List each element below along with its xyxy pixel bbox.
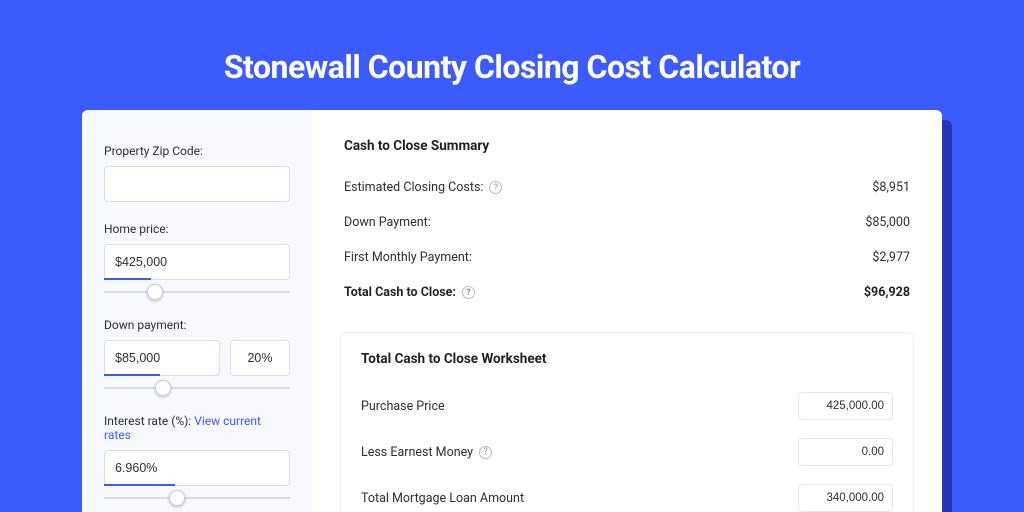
interest-field: Interest rate (%): View current rates	[104, 414, 290, 504]
worksheet-label: Less Earnest Money	[361, 445, 473, 460]
summary-total-value: $96,928	[864, 285, 910, 300]
summary-row-first-payment: First Monthly Payment: $2,977	[344, 240, 910, 275]
summary-label: Down Payment:	[344, 215, 431, 230]
interest-label-text: Interest rate (%):	[104, 414, 194, 428]
summary-heading: Cash to Close Summary	[344, 138, 910, 154]
worksheet-value-input[interactable]	[798, 392, 893, 420]
interest-label: Interest rate (%): View current rates	[104, 414, 290, 442]
zip-input[interactable]	[104, 166, 290, 202]
summary-value: $85,000	[865, 215, 910, 230]
inputs-panel: Property Zip Code: Home price: Down paym…	[82, 110, 312, 512]
summary-label: Estimated Closing Costs:	[344, 180, 483, 195]
worksheet-label: Total Mortgage Loan Amount	[361, 491, 524, 506]
summary-section: Cash to Close Summary Estimated Closing …	[340, 138, 914, 316]
summary-row-down-payment: Down Payment: $85,000	[344, 205, 910, 240]
page-title: Stonewall County Closing Cost Calculator	[0, 0, 1024, 110]
summary-row-total: Total Cash to Close: ? $96,928	[344, 275, 910, 310]
down-payment-slider[interactable]	[104, 387, 290, 389]
down-payment-input[interactable]	[104, 340, 220, 376]
summary-row-closing-costs: Estimated Closing Costs: ? $8,951	[344, 170, 910, 205]
worksheet-value-input[interactable]	[798, 484, 893, 512]
worksheet-value-input[interactable]	[798, 438, 893, 466]
down-payment-field: Down payment:	[104, 318, 290, 394]
down-payment-pct-input[interactable]	[230, 340, 290, 376]
home-price-slider-fill	[104, 278, 151, 280]
worksheet-row-earnest-money: Less Earnest Money ?	[361, 429, 893, 475]
help-icon[interactable]: ?	[479, 446, 492, 459]
help-icon[interactable]: ?	[462, 286, 475, 299]
worksheet-row-mortgage-amount: Total Mortgage Loan Amount	[361, 475, 893, 512]
worksheet-heading: Total Cash to Close Worksheet	[361, 351, 893, 367]
home-price-input[interactable]	[104, 244, 290, 280]
worksheet-label: Purchase Price	[361, 399, 445, 414]
calculator-card-wrap: Property Zip Code: Home price: Down paym…	[82, 110, 942, 512]
home-price-label: Home price:	[104, 222, 290, 236]
summary-total-label: Total Cash to Close:	[344, 285, 456, 300]
summary-label: First Monthly Payment:	[344, 250, 472, 265]
calculator-card: Property Zip Code: Home price: Down paym…	[82, 110, 942, 512]
home-price-field: Home price:	[104, 222, 290, 298]
worksheet-section: Total Cash to Close Worksheet Purchase P…	[340, 332, 914, 512]
down-payment-label: Down payment:	[104, 318, 290, 332]
results-panel: Cash to Close Summary Estimated Closing …	[312, 110, 942, 512]
worksheet-row-purchase-price: Purchase Price	[361, 383, 893, 429]
interest-input[interactable]	[104, 450, 290, 486]
summary-value: $2,977	[872, 250, 910, 265]
interest-slider-fill	[104, 484, 175, 486]
down-payment-slider-fill	[104, 374, 160, 376]
interest-slider[interactable]	[104, 497, 290, 499]
summary-value: $8,951	[872, 180, 910, 195]
help-icon[interactable]: ?	[489, 181, 502, 194]
zip-label: Property Zip Code:	[104, 144, 290, 158]
zip-field: Property Zip Code:	[104, 144, 290, 202]
home-price-slider[interactable]	[104, 291, 290, 293]
